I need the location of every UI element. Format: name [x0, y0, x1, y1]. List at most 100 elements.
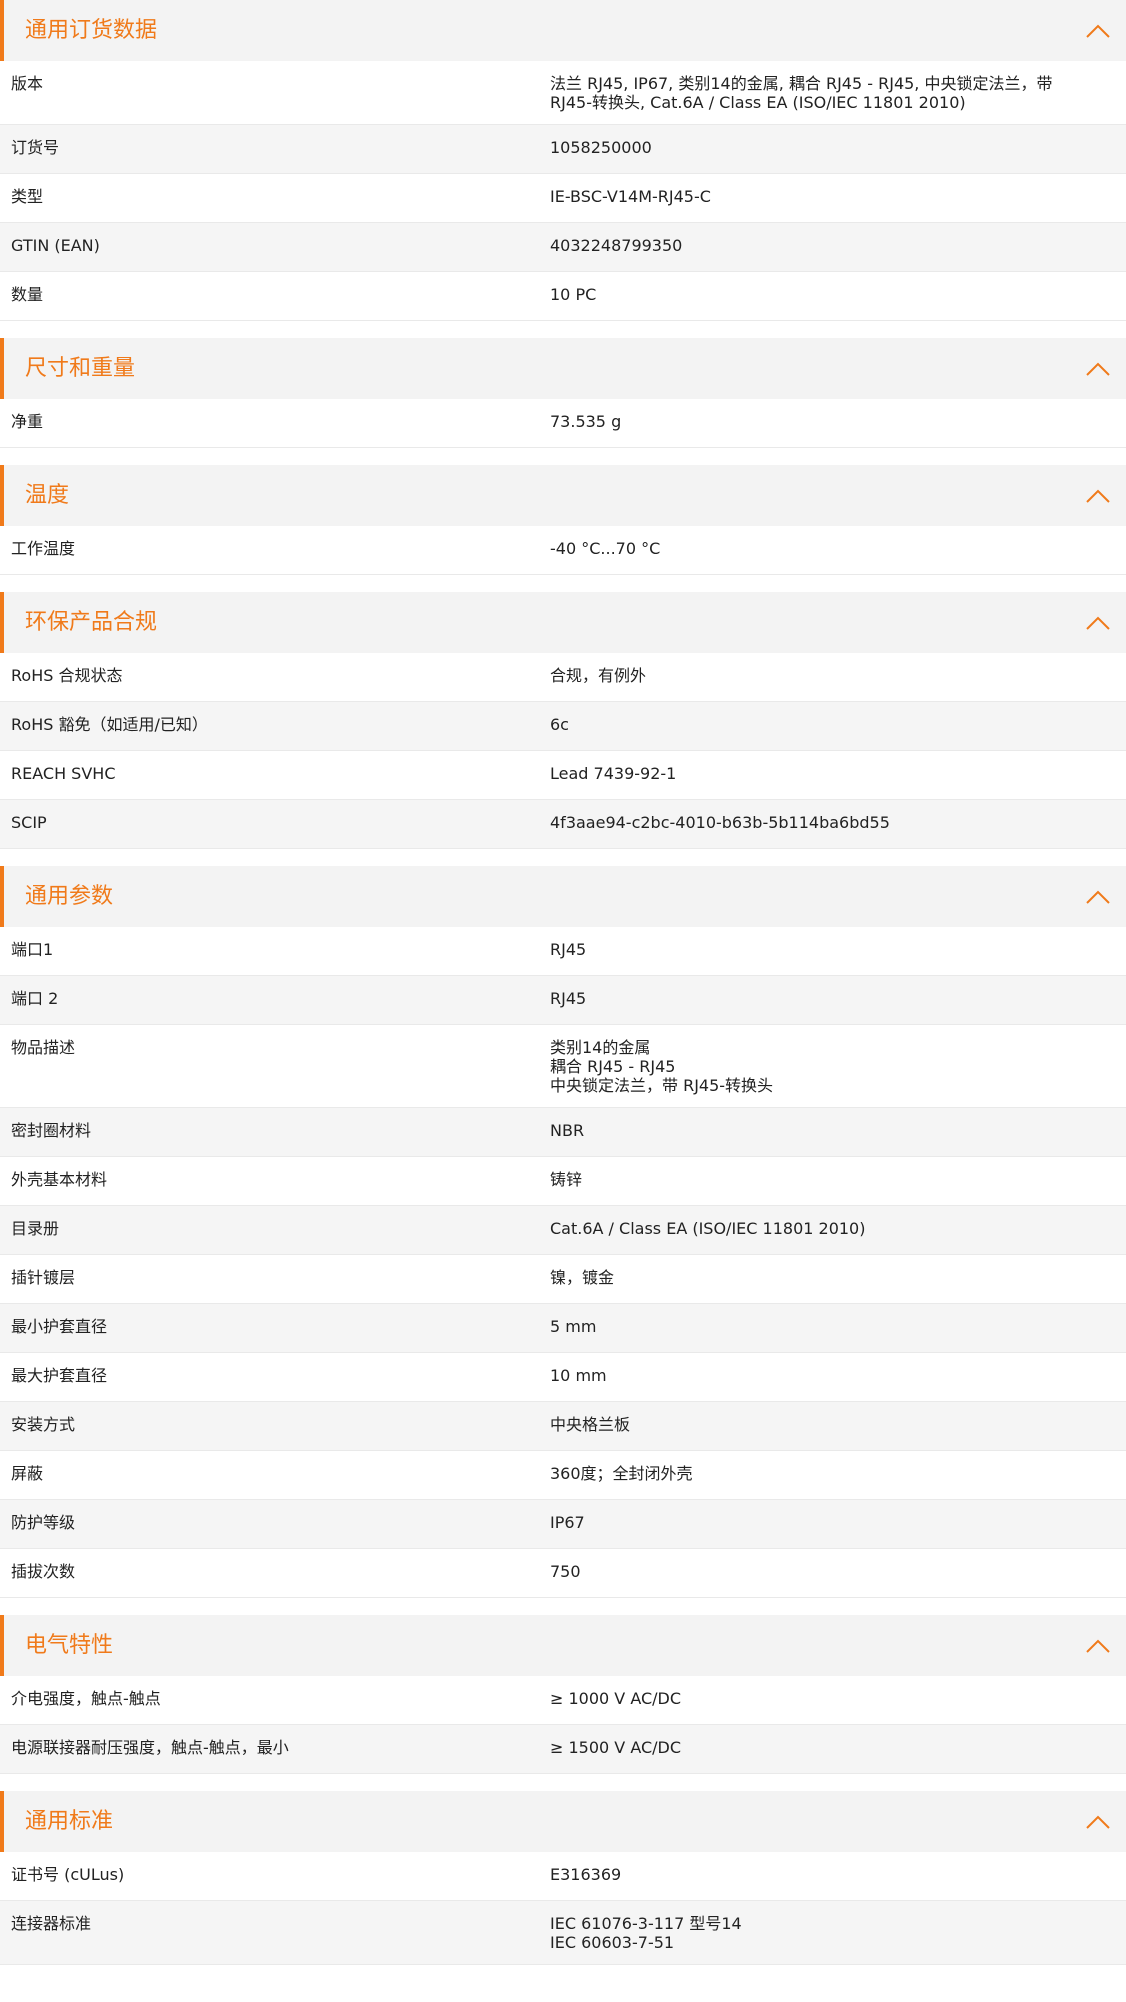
chevron-up-icon[interactable] [1085, 18, 1111, 44]
spec-row: 最大护套直径 10 mm [0, 1353, 1126, 1402]
spec-row: 屏蔽 360度；全封闭外壳 [0, 1451, 1126, 1500]
spec-value: 4032248799350 [538, 223, 1126, 271]
spec-label: 最大护套直径 [11, 1366, 108, 1385]
spec-value: IE-BSC-V14M-RJ45-C [538, 174, 1126, 222]
spec-value: 5 mm [538, 1304, 1126, 1352]
spec-row: 外壳基本材料 铸锌 [0, 1157, 1126, 1206]
spec-value: Lead 7439-92-1 [538, 751, 1126, 799]
spec-label: 外壳基本材料 [11, 1170, 108, 1189]
spec-table: 端口1 RJ45 端口 2 RJ45 物品描述 类别14的金属 耦合 RJ45 - RJ45… [0, 927, 1126, 1598]
spec-label: 目录册 [11, 1219, 60, 1238]
spec-value-line: 耦合 RJ45 - RJ45 [550, 1057, 676, 1076]
chevron-up-icon[interactable] [1085, 1633, 1111, 1659]
spec-label: 防护等级 [11, 1513, 76, 1532]
chevron-up-icon[interactable] [1085, 483, 1111, 509]
spec-row: RoHS 合规状态 合规，有例外 [0, 653, 1126, 702]
spec-label: 屏蔽 [11, 1464, 44, 1483]
spec-value-line: 类别14的金属 [550, 1038, 651, 1057]
spec-label: RoHS 合规状态 [11, 666, 123, 685]
spec-row: 插拔次数 750 [0, 1549, 1126, 1598]
spec-label: 连接器标准 [11, 1914, 92, 1933]
section-title: 环保产品合规 [25, 610, 158, 635]
spec-label: 插拔次数 [11, 1562, 76, 1581]
spec-value-line: E316369 [550, 1865, 622, 1884]
spec-label: 订货号 [11, 138, 60, 157]
spec-label: GTIN (EAN) [11, 236, 100, 255]
spec-value-line: 镍，镀金 [550, 1268, 615, 1287]
spec-row: 端口 2 RJ45 [0, 976, 1126, 1025]
section-header-temperatures[interactable]: 温度 [0, 465, 1126, 526]
spec-value-line: 铸锌 [550, 1170, 583, 1189]
spec-row: 密封圈材料 NBR [0, 1108, 1126, 1157]
spec-value-line: 中央格兰板 [550, 1415, 631, 1434]
spec-value: 750 [538, 1549, 1126, 1597]
spec-value-line: 750 [550, 1562, 581, 1581]
spec-label: 端口 2 [11, 989, 59, 1008]
spec-row: SCIP 4f3aae94-c2bc-4010-b63b-5b114ba6bd55 [0, 800, 1126, 849]
spec-label: 插针镀层 [11, 1268, 76, 1287]
spec-value: NBR [538, 1108, 1126, 1156]
spec-label: 密封圈材料 [11, 1121, 92, 1140]
spec-value: RJ45 [538, 976, 1126, 1024]
section-general-parameters: 通用参数 端口1 RJ45 端口 2 RJ45 物品描述 类别14的金属 耦合 RJ45 - … [0, 866, 1126, 1598]
spec-row: 防护等级 IP67 [0, 1500, 1126, 1549]
spec-row: 最小护套直径 5 mm [0, 1304, 1126, 1353]
spec-value-line: 6c [550, 715, 569, 734]
spec-value: ≥ 1000 V AC/DC [538, 1676, 1126, 1724]
spec-row: 订货号 1058250000 [0, 125, 1126, 174]
spec-value: 10 mm [538, 1353, 1126, 1401]
spec-value: 10 PC [538, 272, 1126, 320]
spec-value-line: Lead 7439-92-1 [550, 764, 677, 783]
spec-label: 介电强度，触点-触点 [11, 1689, 161, 1708]
spec-value-line: 10 mm [550, 1366, 607, 1385]
spec-label: 安装方式 [11, 1415, 76, 1434]
spec-row: 净重 73.535 g [0, 399, 1126, 448]
spec-value-line: 1058250000 [550, 138, 652, 157]
product-details: 通用订货数据 版本 法兰 RJ45, IP67, 类别14的金属, 耦合 RJ45 … [0, 0, 1126, 1965]
spec-label: 物品描述 [11, 1038, 76, 1057]
spec-row: 证书号 (cULus) E316369 [0, 1852, 1126, 1901]
spec-value-line: ≥ 1500 V AC/DC [550, 1738, 682, 1757]
spec-row: 目录册 Cat.6A / Class EA (ISO/IEC 11801 2010… [0, 1206, 1126, 1255]
spec-label: 端口1 [11, 940, 54, 959]
spec-row: REACH SVHC Lead 7439-92-1 [0, 751, 1126, 800]
section-header-general-parameters[interactable]: 通用参数 [0, 866, 1126, 927]
chevron-up-icon[interactable] [1085, 884, 1111, 910]
spec-row: 物品描述 类别14的金属 耦合 RJ45 - RJ45 中央锁定法兰，带 RJ45-转… [0, 1025, 1126, 1108]
spec-row: RoHS 豁免（如适用/已知） 6c [0, 702, 1126, 751]
section-ordering-data: 通用订货数据 版本 法兰 RJ45, IP67, 类别14的金属, 耦合 RJ45 … [0, 0, 1126, 321]
spec-value: 镍，镀金 [538, 1255, 1126, 1303]
section-title: 通用标准 [25, 1809, 114, 1834]
spec-row: 电源联接器耐压强度，触点-触点，最小 ≥ 1500 V AC/DC [0, 1725, 1126, 1774]
spec-table: 介电强度，触点-触点 ≥ 1000 V AC/DC 电源联接器耐压强度，触点-触点，… [0, 1676, 1126, 1774]
spec-value: 中央格兰板 [538, 1402, 1126, 1450]
spec-value-line: 4032248799350 [550, 236, 683, 255]
chevron-up-icon[interactable] [1085, 1809, 1111, 1835]
spec-value-line: 合规，有例外 [550, 666, 647, 685]
section-title: 温度 [25, 483, 70, 508]
spec-value: 类别14的金属 耦合 RJ45 - RJ45 中央锁定法兰，带 RJ45-转换头 [538, 1025, 1126, 1107]
section-header-ordering-data[interactable]: 通用订货数据 [0, 0, 1126, 61]
spec-label: 证书号 (cULus) [11, 1865, 125, 1884]
spec-value-line: -40 °C...70 °C [550, 539, 661, 558]
chevron-up-icon[interactable] [1085, 610, 1111, 636]
spec-value-line: RJ45 [550, 989, 587, 1008]
chevron-up-icon[interactable] [1085, 356, 1111, 382]
section-header-environmental-compliance[interactable]: 环保产品合规 [0, 592, 1126, 653]
spec-label: 数量 [11, 285, 44, 304]
spec-label: 类型 [11, 187, 44, 206]
spec-value-line: Cat.6A / Class EA (ISO/IEC 11801 2010) [550, 1219, 866, 1238]
spec-label: 最小护套直径 [11, 1317, 108, 1336]
section-header-dimensions-weights[interactable]: 尺寸和重量 [0, 338, 1126, 399]
spec-value: 合规，有例外 [538, 653, 1126, 701]
section-general-standards: 通用标准证书号 (cULus) E316369 连接器标准 IEC 61076-3-1… [0, 1791, 1126, 1965]
spec-label: RoHS 豁免（如适用/已知） [11, 715, 208, 734]
spec-row: 版本 法兰 RJ45, IP67, 类别14的金属, 耦合 RJ45 - RJ45… [0, 61, 1126, 125]
spec-value: 法兰 RJ45, IP67, 类别14的金属, 耦合 RJ45 - RJ45, … [538, 61, 1126, 124]
spec-label: 净重 [11, 412, 44, 431]
spec-value: IEC 61076-3-117 型号14 IEC 60603-7-51 [538, 1901, 1126, 1964]
section-header-electrical-properties[interactable]: 电气特性 [0, 1615, 1126, 1676]
section-header-general-standards[interactable]: 通用标准 [0, 1791, 1126, 1852]
spec-value: 73.535 g [538, 399, 1126, 447]
spec-table: 证书号 (cULus) E316369 连接器标准 IEC 61076-3-117 型… [0, 1852, 1126, 1965]
